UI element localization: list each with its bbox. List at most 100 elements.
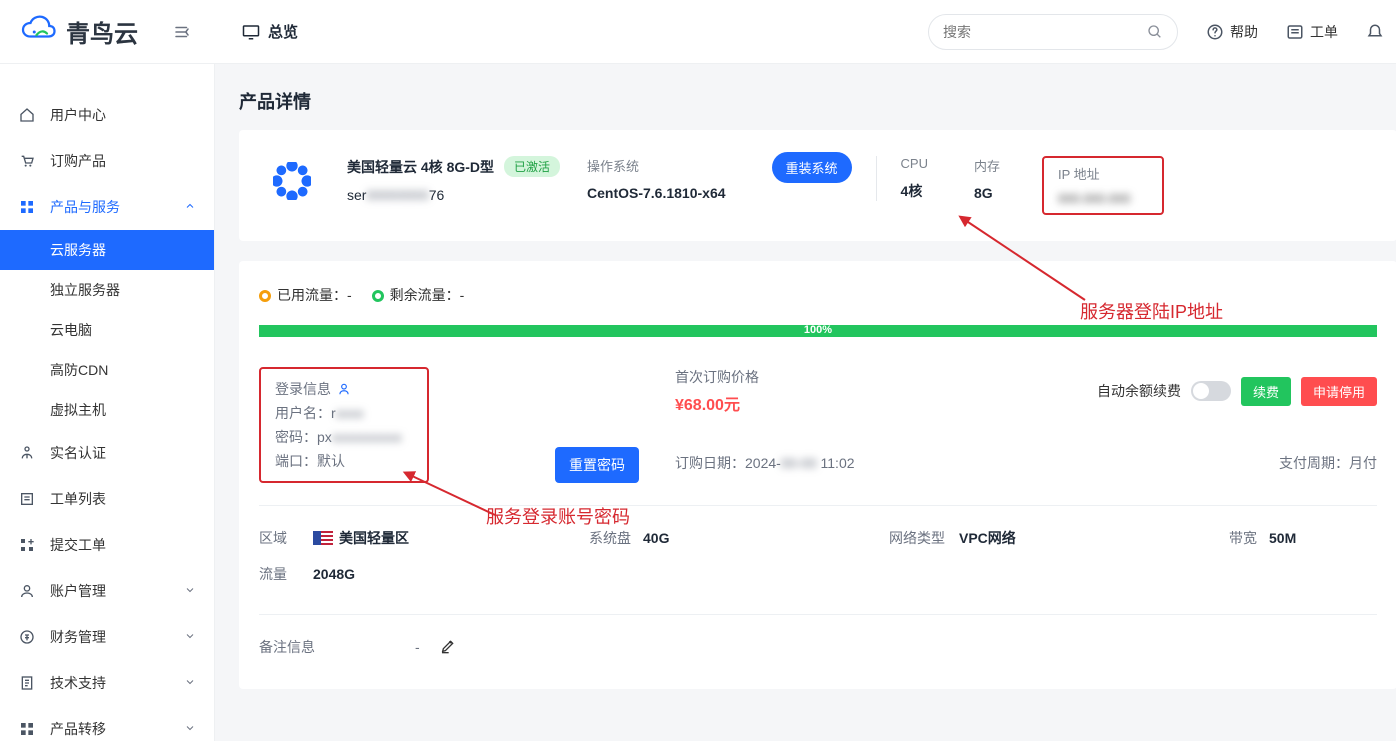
us-flag-icon bbox=[313, 531, 333, 545]
first-price-label: 首次订购价格 bbox=[675, 367, 759, 387]
search-icon bbox=[1147, 24, 1163, 40]
login-info-box: 登录信息 用户名：rxxxx 密码：pxxxxxxxxxxx 端口：默认 bbox=[259, 367, 429, 483]
user-icon bbox=[19, 583, 35, 599]
spec-bw-value: 50M bbox=[1269, 530, 1296, 546]
dot-used-icon bbox=[259, 290, 271, 302]
spec-region-value: 美国轻量区 bbox=[339, 528, 409, 548]
search-box[interactable] bbox=[928, 14, 1178, 50]
user-outline-icon bbox=[337, 382, 351, 396]
menu-collapse-icon bbox=[173, 23, 191, 41]
os-value: CentOS-7.6.1810-x64 bbox=[587, 185, 726, 201]
first-price-value: ¥68.00元 bbox=[675, 391, 759, 415]
status-badge: 已激活 bbox=[504, 156, 560, 177]
request-stop-button[interactable]: 申请停用 bbox=[1301, 377, 1377, 406]
pencil-icon bbox=[440, 638, 456, 654]
login-title: 登录信息 bbox=[275, 379, 331, 399]
sidebar-sub-cdn[interactable]: 高防CDN bbox=[0, 350, 214, 390]
sidebar-sub-dedicated[interactable]: 独立服务器 bbox=[0, 270, 214, 310]
product-detail-card: 已用流量：- 剩余流量：- 100% 登录信息 用户名：rxxxx 密码：pxx… bbox=[239, 261, 1396, 689]
sidebar: 用户中心 订购产品 产品与服务 云服务器 独立服务器 云电脑 高防CDN 虚拟主… bbox=[0, 64, 215, 741]
sidebar-item-label: 云服务器 bbox=[50, 240, 106, 260]
cart-icon bbox=[19, 153, 35, 169]
used-traffic-label: 已用流量：- bbox=[277, 287, 352, 303]
sidebar-item-order-product[interactable]: 订购产品 bbox=[0, 138, 214, 184]
sidebar-item-label: 财务管理 bbox=[50, 627, 184, 647]
sidebar-item-submit-ticket[interactable]: 提交工单 bbox=[0, 522, 214, 568]
sidebar-item-label: 技术支持 bbox=[50, 673, 184, 693]
mem-value: 8G bbox=[974, 185, 1000, 201]
edit-remark-button[interactable] bbox=[440, 638, 456, 657]
sidebar-item-label: 独立服务器 bbox=[50, 280, 120, 300]
auto-renew-label: 自动余额续费 bbox=[1097, 381, 1181, 401]
ip-value: 000.000.000 bbox=[1058, 191, 1148, 205]
sidebar-item-label: 实名认证 bbox=[50, 443, 196, 463]
reset-password-button[interactable]: 重置密码 bbox=[555, 447, 639, 483]
sidebar-sub-cloud-pc[interactable]: 云电脑 bbox=[0, 310, 214, 350]
product-name: 美国轻量云 4核 8G-D型 bbox=[347, 157, 494, 177]
header: 青鸟云 总览 帮助 工单 bbox=[0, 0, 1396, 64]
product-id: ser0000000076 bbox=[347, 187, 587, 203]
sidebar-item-finance[interactable]: 财务管理 bbox=[0, 614, 214, 660]
sidebar-sub-vhost[interactable]: 虚拟主机 bbox=[0, 390, 214, 430]
pay-cycle: 支付周期：月付 bbox=[1279, 453, 1377, 473]
remark-value: - bbox=[415, 639, 420, 655]
cpu-label: CPU bbox=[901, 156, 928, 171]
traffic-bar: 100% bbox=[259, 325, 1377, 337]
plus-grid-icon bbox=[19, 537, 35, 553]
logo-icon bbox=[20, 14, 56, 50]
bell-icon bbox=[1366, 22, 1384, 42]
sidebar-item-support[interactable]: 技术支持 bbox=[0, 660, 214, 706]
ticket-label: 工单 bbox=[1310, 22, 1338, 42]
traffic-bar-text: 100% bbox=[804, 324, 832, 336]
home-icon bbox=[19, 107, 35, 123]
sidebar-item-label: 提交工单 bbox=[50, 535, 196, 555]
grid-icon bbox=[19, 199, 35, 215]
login-port-label: 端口： bbox=[275, 453, 317, 469]
id-icon bbox=[19, 445, 35, 461]
sidebar-item-label: 用户中心 bbox=[50, 105, 196, 125]
sidebar-item-migrate[interactable]: 产品转移 bbox=[0, 706, 214, 741]
chevron-up-icon bbox=[184, 200, 196, 212]
reinstall-button[interactable]: 重装系统 bbox=[772, 152, 852, 183]
spec-traffic-label: 流量 bbox=[259, 564, 313, 584]
sidebar-item-realname[interactable]: 实名认证 bbox=[0, 430, 214, 476]
ticket-link[interactable]: 工单 bbox=[1286, 22, 1338, 42]
sidebar-item-account[interactable]: 账户管理 bbox=[0, 568, 214, 614]
remark-label: 备注信息 bbox=[259, 637, 315, 657]
ip-address-box: IP 地址 000.000.000 bbox=[1042, 156, 1164, 215]
page-title: 产品详情 bbox=[215, 64, 1396, 130]
auto-renew-toggle[interactable] bbox=[1191, 381, 1231, 401]
loading-spinner-icon bbox=[273, 162, 311, 200]
chevron-down-icon bbox=[184, 630, 196, 642]
login-user-label: 用户名： bbox=[275, 405, 331, 421]
help-link[interactable]: 帮助 bbox=[1206, 22, 1258, 42]
grid-icon bbox=[19, 721, 35, 737]
sidebar-collapse-toggle[interactable] bbox=[168, 18, 196, 46]
ticket-icon bbox=[1286, 23, 1304, 41]
spec-net-label: 网络类型 bbox=[889, 528, 959, 548]
sidebar-sub-cloud-server[interactable]: 云服务器 bbox=[0, 230, 214, 270]
sidebar-item-label: 高防CDN bbox=[50, 360, 108, 380]
renew-button[interactable]: 续费 bbox=[1241, 377, 1291, 406]
remain-traffic-label: 剩余流量：- bbox=[390, 287, 465, 303]
sidebar-item-user-center[interactable]: 用户中心 bbox=[0, 92, 214, 138]
spec-region-label: 区域 bbox=[259, 528, 313, 548]
traffic-summary: 已用流量：- 剩余流量：- bbox=[259, 285, 1377, 305]
chevron-down-icon bbox=[184, 676, 196, 688]
notification-bell[interactable] bbox=[1366, 22, 1384, 42]
search-input[interactable] bbox=[943, 24, 1147, 40]
dot-remain-icon bbox=[372, 290, 384, 302]
sidebar-item-products-services[interactable]: 产品与服务 bbox=[0, 184, 214, 230]
spec-traffic-value: 2048G bbox=[313, 566, 355, 582]
help-label: 帮助 bbox=[1230, 22, 1258, 42]
list-icon bbox=[19, 491, 35, 507]
monitor-icon bbox=[242, 24, 260, 40]
sidebar-item-ticket-list[interactable]: 工单列表 bbox=[0, 476, 214, 522]
overview-label: 总览 bbox=[268, 21, 298, 42]
overview-link[interactable]: 总览 bbox=[242, 21, 298, 42]
logo[interactable]: 青鸟云 bbox=[20, 14, 138, 50]
spec-disk-label: 系统盘 bbox=[589, 528, 643, 548]
ip-label: IP 地址 bbox=[1058, 164, 1148, 183]
product-summary-card: 美国轻量云 4核 8G-D型 已激活 ser0000000076 操作系统 Ce… bbox=[239, 130, 1396, 241]
chevron-down-icon bbox=[184, 584, 196, 596]
